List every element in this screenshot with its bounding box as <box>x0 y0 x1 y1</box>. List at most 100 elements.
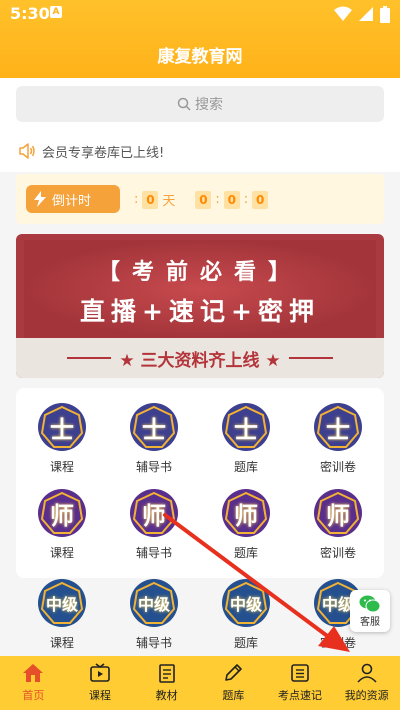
intermediate-badge-icon: 中级 <box>129 578 179 628</box>
shi-teacher-badge-icon: 师 <box>129 488 179 538</box>
countdown-colon: : <box>134 192 139 207</box>
badge-text: 士 <box>50 415 74 444</box>
customer-service-button[interactable]: 客服 <box>350 590 390 632</box>
user-icon <box>357 663 377 683</box>
grid-item[interactable]: 师 密训卷 <box>303 488 373 578</box>
page-title: 康复教育网 <box>157 47 243 67</box>
banner-main-text: 直播+速记+密押 <box>80 297 320 326</box>
search-placeholder: 搜索 <box>195 97 223 113</box>
intermediate-badge-icon: 中级 <box>221 578 271 628</box>
grid-item-label: 密训卷 <box>319 636 356 650</box>
badge-text: 师 <box>326 501 350 530</box>
grid-item[interactable]: 士 题库 <box>211 402 281 492</box>
search-icon <box>177 97 191 111</box>
badge-text: 师 <box>142 501 166 530</box>
countdown-panel: 倒计时 : 0 天 0 : 0 : 0 <box>16 174 384 224</box>
pencil-icon <box>225 664 243 681</box>
wifi-icon <box>334 6 352 21</box>
tab-quick-notes[interactable]: 考点速记 <box>267 656 334 710</box>
status-time: 5:30 <box>10 4 50 23</box>
shi-badge-icon: 士 <box>221 402 271 452</box>
divider <box>288 357 333 359</box>
notice-bar[interactable]: 会员专享卷库已上线! <box>0 130 400 172</box>
tv-icon <box>90 663 110 682</box>
grid-row-shi: 士 课程 士 辅导书 士 题库 士 密训卷 <box>16 402 384 492</box>
search-section: 搜索 <box>0 78 400 130</box>
grid-item-label: 辅导书 <box>135 546 172 560</box>
tab-course[interactable]: 课程 <box>67 656 134 710</box>
banner-bottom: ★ 三大资料齐上线 ★ <box>16 338 384 378</box>
countdown-label: 倒计时 <box>52 193 92 209</box>
bottom-tab-bar: 首页 课程 教材 题库 考点速记 我的资源 <box>0 656 400 710</box>
grid-item-label: 题库 <box>233 460 258 474</box>
banner-top-text: 【考前必看】 <box>97 260 302 285</box>
grid-item[interactable]: 士 课程 <box>27 402 97 492</box>
book-icon <box>158 664 175 683</box>
grid-item-label: 密训卷 <box>319 546 356 560</box>
search-input[interactable]: 搜索 <box>16 86 384 122</box>
tab-label: 首页 <box>22 689 45 702</box>
grid-item[interactable]: 士 辅导书 <box>119 402 189 492</box>
shi-teacher-badge-icon: 师 <box>313 488 363 538</box>
countdown-days: 0 <box>142 190 159 209</box>
grid-item[interactable]: 师 辅导书 <box>119 488 189 578</box>
grid-item-label: 密训卷 <box>319 460 356 474</box>
shi-badge-icon: 士 <box>129 402 179 452</box>
grid-item-label: 辅导书 <box>135 636 172 650</box>
grid-item[interactable]: 中级 题库 <box>211 578 281 656</box>
shi-badge-icon: 士 <box>313 402 363 452</box>
grid-item-label: 课程 <box>49 460 74 474</box>
home-icon <box>23 664 44 682</box>
grid-item-label: 课程 <box>49 636 74 650</box>
shi-teacher-badge-icon: 师 <box>37 488 87 538</box>
resource-grid: 士 课程 士 辅导书 士 题库 士 密训卷 师 课程 师 辅导书 师 题库 师 … <box>16 388 384 578</box>
promo-banner[interactable]: 【考前必看】 直播+速记+密押 ★ 三大资料齐上线 ★ <box>16 234 384 378</box>
speaker-icon <box>19 143 35 159</box>
grid-row-intermediate: 中级 课程 中级 辅导书 中级 题库 中级 密训卷 <box>16 578 384 656</box>
notice-text: 会员专享卷库已上线! <box>42 145 165 161</box>
grid-row-shi-teacher: 师 课程 师 辅导书 师 题库 师 密训卷 <box>16 488 384 578</box>
status-icons <box>334 5 390 23</box>
badge-text: 中级 <box>45 595 78 614</box>
intermediate-badge-icon: 中级 <box>37 578 87 628</box>
grid-item[interactable]: 士 密训卷 <box>303 402 373 492</box>
divider <box>67 357 112 359</box>
grid-item-label: 课程 <box>49 546 74 560</box>
countdown-values: : 0 天 0 : 0 : 0 <box>134 190 269 209</box>
badge-text: 士 <box>234 415 258 444</box>
tab-home[interactable]: 首页 <box>0 656 67 710</box>
shi-badge-icon: 士 <box>37 402 87 452</box>
tab-label: 我的资源 <box>344 689 389 702</box>
status-bar: 5:30 A <box>0 0 400 28</box>
tab-my-resources[interactable]: 我的资源 <box>333 656 400 710</box>
grid-item-label: 辅导书 <box>135 460 172 474</box>
tab-label: 题库 <box>222 689 245 702</box>
service-label: 客服 <box>360 616 380 628</box>
badge-text: 师 <box>50 501 74 530</box>
notification-app-icon: A <box>50 6 62 18</box>
app-header: 5:30 A 康复教育网 <box>0 0 400 78</box>
grid-item-label: 题库 <box>233 546 258 560</box>
grid-item[interactable]: 师 题库 <box>211 488 281 578</box>
shi-teacher-badge-icon: 师 <box>221 488 271 538</box>
countdown-minutes: 0 <box>223 190 240 209</box>
badge-text: 中级 <box>137 595 170 614</box>
tab-label: 教材 <box>155 689 178 702</box>
tab-question-bank[interactable]: 题库 <box>200 656 267 710</box>
battery-icon <box>380 5 390 23</box>
signal-icon <box>359 7 373 21</box>
grid-item[interactable]: 中级 辅导书 <box>119 578 189 656</box>
grid-item[interactable]: 中级 课程 <box>27 578 97 656</box>
countdown-hours: 0 <box>195 190 212 209</box>
badge-text: 士 <box>142 415 166 444</box>
banner-bottom-text: ★ 三大资料齐上线 ★ <box>119 350 281 371</box>
grid-item-label: 题库 <box>233 636 258 650</box>
badge-text: 师 <box>234 501 258 530</box>
badge-text: 中级 <box>229 595 262 614</box>
tab-textbook[interactable]: 教材 <box>133 656 200 710</box>
countdown-badge: 倒计时 <box>26 185 120 213</box>
tab-label: 考点速记 <box>278 689 323 702</box>
grid-item[interactable]: 师 课程 <box>27 488 97 578</box>
countdown-colon-3: : <box>243 192 249 207</box>
lightning-icon <box>34 191 46 207</box>
